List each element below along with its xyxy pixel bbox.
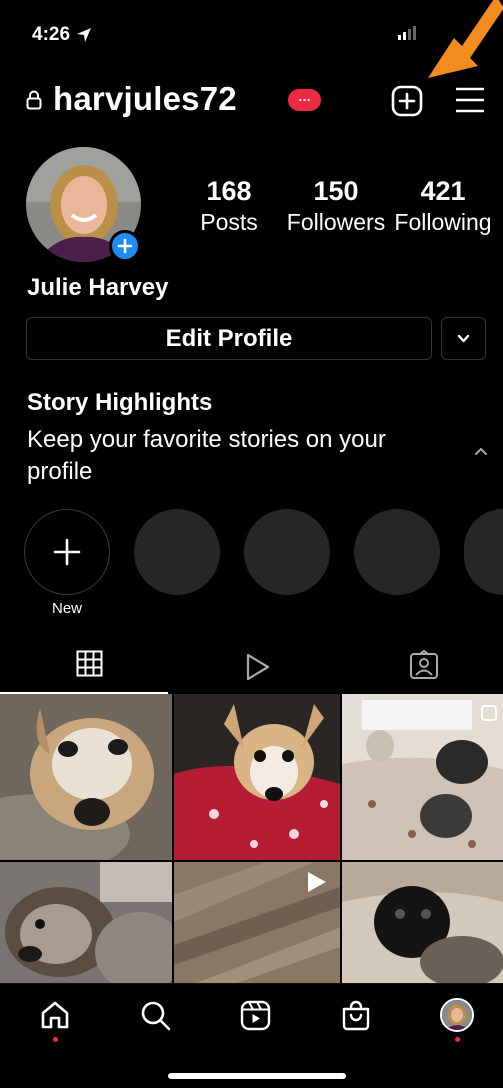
new-highlight-button[interactable] xyxy=(24,509,110,595)
following-label: Following xyxy=(394,209,492,235)
discover-people-button[interactable] xyxy=(441,317,486,360)
display-name: Julie Harvey xyxy=(27,274,169,301)
highlight-placeholder xyxy=(354,509,440,595)
grid-icon[interactable] xyxy=(76,650,103,677)
home-indicator[interactable] xyxy=(168,1073,346,1079)
following-stat[interactable]: 421 Following xyxy=(393,176,493,238)
profile-avatar-icon[interactable] xyxy=(440,998,474,1032)
location-arrow-icon xyxy=(77,28,92,42)
post-thumbnail[interactable] xyxy=(342,694,503,860)
edit-profile-button[interactable]: Edit Profile xyxy=(26,317,432,360)
followers-stat[interactable]: 150 Followers xyxy=(286,176,386,238)
profile-header: harvjules72 … xyxy=(26,80,485,120)
plus-icon xyxy=(53,538,81,566)
highlight-placeholder xyxy=(134,509,220,595)
chevron-up-icon[interactable] xyxy=(473,445,489,457)
add-story-button[interactable] xyxy=(109,230,141,262)
shop-icon[interactable] xyxy=(340,1000,372,1032)
profile-screen: 4:26 harvjules72 … 168 Posts 150 Followe… xyxy=(0,0,503,1088)
status-indicators xyxy=(398,26,416,40)
followers-label: Followers xyxy=(286,209,386,235)
chevron-down-icon xyxy=(457,334,470,343)
followers-count: 150 xyxy=(313,176,359,206)
posts-label: Posts xyxy=(200,209,258,235)
home-icon[interactable] xyxy=(40,1000,70,1030)
posts-count: 168 xyxy=(206,176,252,206)
tagged-icon[interactable] xyxy=(409,650,439,680)
notification-badge: … xyxy=(288,89,321,111)
username-switcher[interactable]: harvjules72 xyxy=(53,80,237,118)
profile-activity-dot xyxy=(455,1037,460,1042)
highlight-placeholder xyxy=(464,509,503,595)
post-thumbnail[interactable] xyxy=(342,862,503,984)
post-thumbnail[interactable] xyxy=(174,694,340,860)
clock: 4:26 xyxy=(32,24,71,45)
menu-icon[interactable] xyxy=(456,87,484,113)
highlights-description: Keep your favorite stories on your profi… xyxy=(27,426,386,485)
post-thumbnail[interactable] xyxy=(174,862,340,984)
post-thumbnail[interactable] xyxy=(0,694,172,860)
posts-stat[interactable]: 168 Posts xyxy=(193,176,265,238)
highlight-placeholder xyxy=(244,509,330,595)
orange-arrow-icon xyxy=(428,0,503,78)
status-bar: 4:26 xyxy=(32,24,92,46)
search-icon[interactable] xyxy=(140,1000,172,1032)
reels-icon[interactable] xyxy=(240,1000,271,1031)
lock-icon xyxy=(26,90,42,110)
post-thumbnail[interactable] xyxy=(0,862,172,984)
reels-tab-icon[interactable] xyxy=(244,652,271,682)
home-activity-dot xyxy=(53,1037,58,1042)
highlights-title: Story Highlights xyxy=(27,389,213,416)
signal-icon xyxy=(398,26,416,40)
new-post-icon[interactable] xyxy=(391,85,423,117)
new-highlight-label: New xyxy=(51,600,82,617)
following-count: 421 xyxy=(420,176,466,206)
